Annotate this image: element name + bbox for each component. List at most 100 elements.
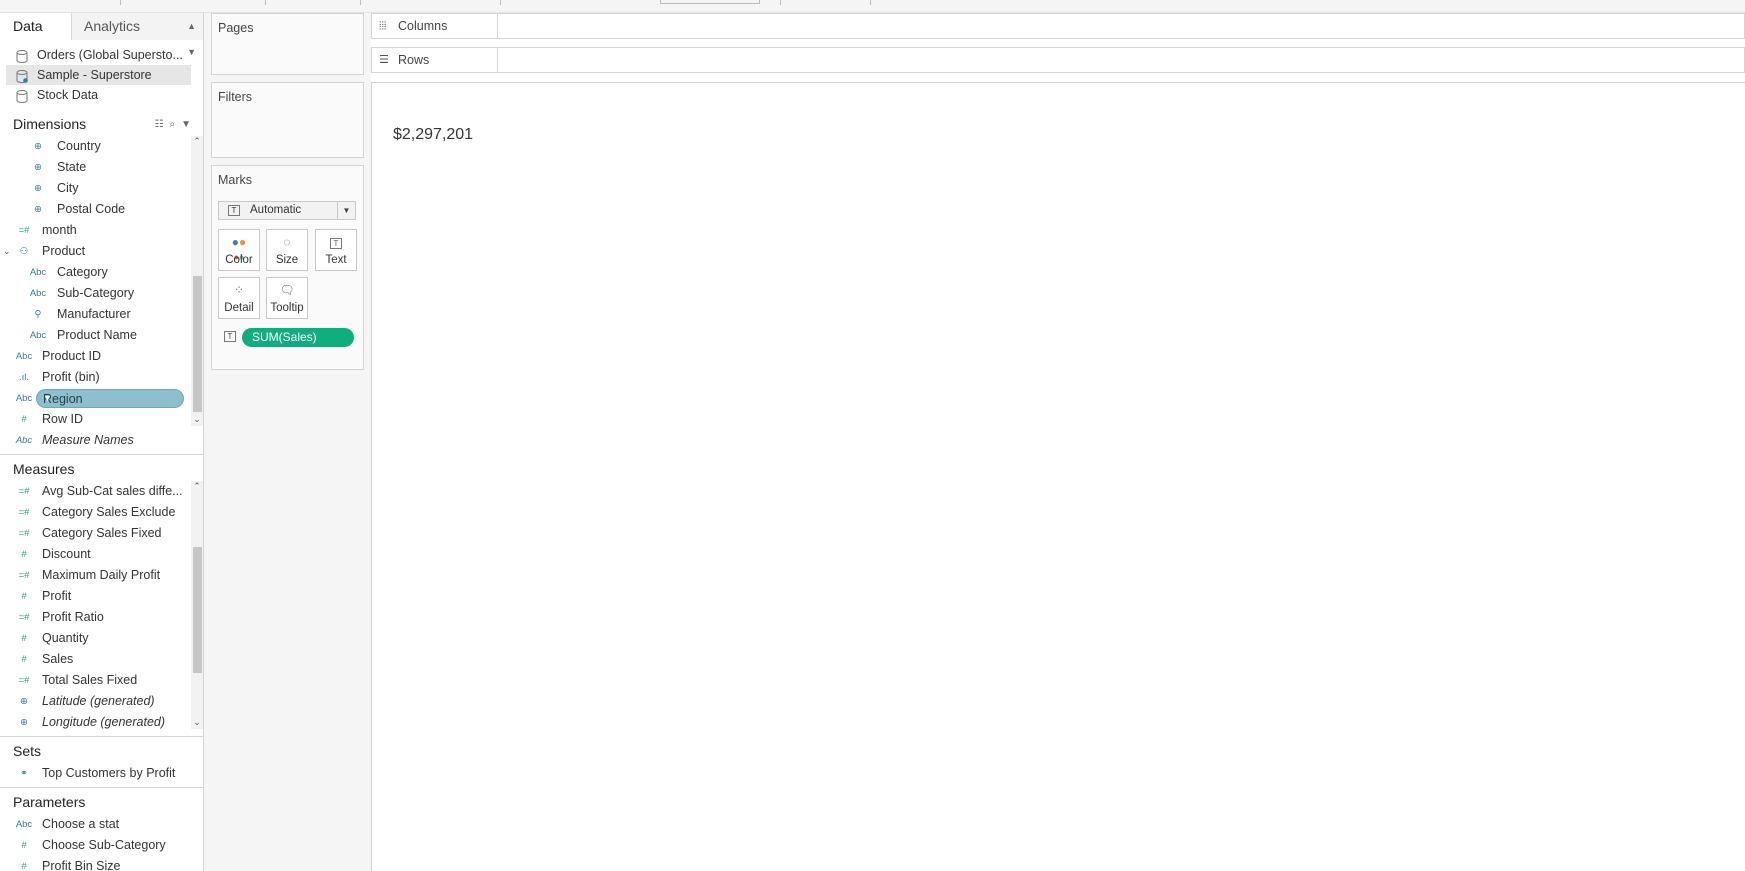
- parameter-item[interactable]: # Profit Bin Size: [0, 856, 203, 871]
- field-item[interactable]: # Discount: [0, 544, 203, 565]
- columns-label: Columns: [398, 19, 448, 33]
- datasource-label: Sample - Superstore: [37, 68, 152, 82]
- view-list-icon[interactable]: ☷: [155, 119, 170, 130]
- datasource-item[interactable]: Orders (Global Supersto...: [0, 45, 203, 65]
- field-item[interactable]: ⊕ Postal Code: [0, 199, 203, 220]
- field-item[interactable]: ⊕ Longitude (generated): [0, 712, 203, 733]
- globe-icon: ⊕: [20, 717, 28, 728]
- field-item[interactable]: =# Profit Ratio: [0, 607, 203, 628]
- parameter-item[interactable]: # Choose Sub-Category: [0, 835, 203, 856]
- color-button[interactable]: ●● ●● Color: [218, 229, 260, 271]
- field-item[interactable]: ⊕ Latitude (generated): [0, 691, 203, 712]
- field-item[interactable]: # Profit: [0, 586, 203, 607]
- mark-type-select[interactable]: T Automatic ▼: [218, 201, 356, 220]
- expand-caret-icon[interactable]: ⌄: [3, 241, 11, 262]
- measures-scrollbar[interactable]: ⌃ ⌄: [191, 481, 203, 729]
- field-item[interactable]: =# Avg Sub-Cat sales diffe...: [0, 481, 203, 502]
- field-item[interactable]: Abc Region ▼: [0, 388, 203, 409]
- datasource-item[interactable]: Stock Data: [0, 85, 203, 105]
- text-button[interactable]: T Text: [315, 229, 357, 271]
- abc-icon: Abc: [15, 393, 33, 404]
- scroll-down-icon[interactable]: ⌄: [192, 717, 202, 728]
- field-item[interactable]: # Row ID: [0, 409, 203, 430]
- size-button[interactable]: ◌ Size: [266, 229, 308, 271]
- calc-number-icon: =#: [18, 225, 30, 236]
- field-item[interactable]: ⊕ City: [0, 178, 203, 199]
- field-item[interactable]: =# month: [0, 220, 203, 241]
- field-item[interactable]: ⚲ Manufacturer: [0, 304, 203, 325]
- field-item[interactable]: ⊕ State: [0, 157, 203, 178]
- datasource-list: Orders (Global Supersto... Sample - Super…: [0, 45, 203, 105]
- toolbar-button[interactable]: [500, 0, 501, 5]
- field-item[interactable]: =# Category Sales Fixed: [0, 523, 203, 544]
- scroll-down-icon[interactable]: ⌄: [192, 414, 202, 425]
- toolbar-button[interactable]: [870, 0, 871, 5]
- tab-data[interactable]: Data: [0, 13, 72, 40]
- datasource-item[interactable]: Sample - Superstore: [6, 65, 191, 85]
- dimensions-header: Dimensions ☷⌕▼: [0, 113, 203, 136]
- marks-title: Marks: [218, 173, 253, 187]
- rows-icon: ☰: [379, 54, 389, 66]
- toolbar-button[interactable]: [265, 0, 266, 5]
- rows-shelf[interactable]: ☰ Rows: [371, 47, 1745, 73]
- field-item[interactable]: =# Category Sales Exclude: [0, 502, 203, 523]
- scroll-thumb[interactable]: [193, 547, 202, 673]
- toolbar-button[interactable]: [120, 0, 121, 5]
- parameter-item[interactable]: Abc Choose a stat: [0, 814, 203, 835]
- toolbar-button[interactable]: [360, 0, 361, 5]
- globe-icon: ⊕: [34, 162, 42, 173]
- field-item[interactable]: Abc Measure Names: [0, 430, 203, 451]
- field-item[interactable]: # Sales: [0, 649, 203, 670]
- field-item[interactable]: .ıl. Profit (bin): [0, 367, 203, 388]
- field-label: Product ID: [42, 349, 102, 363]
- field-label: Latitude (generated): [42, 694, 155, 708]
- sets-title: Sets: [13, 743, 42, 759]
- dimensions-title: Dimensions: [13, 116, 87, 132]
- region-pill[interactable]: Region ▼: [36, 389, 184, 408]
- abc-icon: Abc: [29, 330, 47, 341]
- set-item[interactable]: ⚭ Top Customers by Profit: [0, 763, 203, 784]
- field-item[interactable]: ⌄ ⚇ Product: [0, 241, 203, 262]
- field-item[interactable]: =# Total Sales Fixed: [0, 670, 203, 691]
- scroll-up-icon[interactable]: ⌃: [192, 136, 202, 147]
- sum-sales-pill[interactable]: SUM(Sales): [242, 328, 354, 347]
- field-item[interactable]: Abc Product ID: [0, 346, 203, 367]
- set-label: Top Customers by Profit: [42, 766, 176, 780]
- columns-shelf[interactable]: ⦙⦙⦙ Columns: [371, 13, 1745, 39]
- number-icon: #: [21, 654, 27, 665]
- field-label: Category Sales Fixed: [42, 526, 162, 540]
- parameter-label: Choose Sub-Category: [42, 838, 166, 852]
- scroll-up-icon[interactable]: ⌃: [192, 481, 202, 492]
- field-item[interactable]: =# Maximum Daily Profit: [0, 565, 203, 586]
- field-label: Postal Code: [57, 202, 126, 216]
- dimensions-scrollbar[interactable]: ⌃ ⌄: [191, 136, 203, 426]
- detail-button[interactable]: ⁘ Detail: [218, 277, 260, 319]
- field-label: City: [57, 181, 79, 195]
- sales-value-text[interactable]: $2,297,201: [393, 126, 473, 144]
- field-label: Category: [57, 265, 108, 279]
- pages-title: Pages: [218, 21, 254, 35]
- field-item[interactable]: Abc Sub-Category: [0, 283, 203, 304]
- field-label: Product: [42, 244, 86, 258]
- menu-caret-icon[interactable]: ▼: [181, 119, 197, 130]
- pages-card[interactable]: Pages: [211, 13, 364, 75]
- search-icon[interactable]: ⌕: [169, 119, 181, 130]
- tooltip-label: Tooltip: [270, 302, 304, 314]
- toolbar-dropdown[interactable]: [660, 0, 760, 4]
- marks-card: Marks T Automatic ▼ ●● ●● Color ◌ Size T …: [211, 165, 364, 370]
- field-item[interactable]: ⊕ Country: [0, 136, 203, 157]
- scroll-thumb[interactable]: [193, 276, 202, 412]
- tab-analytics[interactable]: Analytics ▲ ▼: [72, 13, 203, 57]
- sets-list: ⚭ Top Customers by Profit: [0, 763, 203, 784]
- chevron-down-icon[interactable]: ▼: [43, 388, 177, 409]
- calc-number-icon: =#: [18, 675, 30, 686]
- field-item[interactable]: Abc Product Name: [0, 325, 203, 346]
- tooltip-button[interactable]: 🗨 Tooltip: [266, 277, 308, 319]
- field-item[interactable]: Abc Category: [0, 262, 203, 283]
- toolbar-button[interactable]: [780, 0, 781, 5]
- view-canvas[interactable]: $2,297,201: [371, 82, 1745, 871]
- field-item[interactable]: # Quantity: [0, 628, 203, 649]
- chevron-down-icon[interactable]: ▼: [337, 202, 355, 219]
- shelves-column: Pages Filters Marks T Automatic ▼ ●● ●● C…: [204, 13, 371, 871]
- filters-card[interactable]: Filters: [211, 82, 364, 158]
